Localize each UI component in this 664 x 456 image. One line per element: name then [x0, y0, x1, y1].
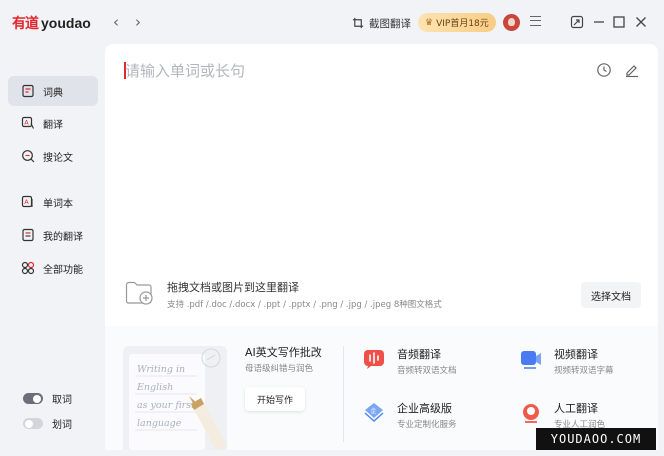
supported-formats: 支持 .pdf /.doc /.docx / .ppt / .pptx / .p…: [167, 300, 442, 310]
human-translate-feature[interactable]: 人工翻译 专业人工润色: [520, 400, 660, 430]
video-translate-feature[interactable]: 视频翻译 视频转双语字幕: [520, 346, 660, 376]
audio-translate-feature[interactable]: 音频翻译 音频转双语文档: [363, 346, 503, 376]
crown-icon: ♛: [425, 17, 434, 28]
history-icon[interactable]: [596, 62, 612, 78]
drop-zone-title: 拖拽文档或图片到这里翻译: [167, 281, 299, 294]
word-pick-label: 取词: [52, 395, 72, 406]
minimize-icon[interactable]: [592, 15, 606, 29]
folder-add-icon: [125, 281, 153, 305]
sidebar-item-label: 全部功能: [43, 264, 83, 276]
sidebar-item-label: 单词本: [43, 198, 73, 210]
translate-icon: A: [21, 116, 34, 129]
word-pick-toggle[interactable]: [23, 393, 43, 404]
search-input[interactable]: [125, 60, 565, 82]
svg-text:A: A: [24, 119, 29, 127]
pin-window-icon[interactable]: [570, 15, 584, 29]
logo-cn-text: 有道: [12, 16, 39, 32]
feature-title: 企业高级版: [397, 402, 452, 415]
sidebar-item-label: 翻译: [43, 119, 63, 131]
start-writing-button[interactable]: 开始写作: [245, 387, 305, 411]
feature-title: 音频翻译: [397, 348, 441, 361]
card-text-line-1: Writing in: [137, 364, 185, 375]
card-text-line-3: as your first: [137, 400, 195, 411]
maximize-icon[interactable]: [612, 15, 626, 29]
ai-writing-subtitle: 母语级纠错与润色: [245, 364, 314, 374]
sidebar-item-paper-search[interactable]: 搜论文: [8, 141, 98, 171]
dictionary-icon: [22, 84, 34, 98]
sidebar-item-my-translation[interactable]: 我的翻译: [8, 220, 98, 250]
vip-label: VIP首月18元: [436, 19, 489, 29]
select-translate-toggle[interactable]: [23, 418, 43, 429]
screenshot-translate-label: 截图翻译: [369, 17, 411, 30]
sidebar-item-label: 我的翻译: [43, 231, 83, 243]
youdao-logo: 有道 youdao: [12, 13, 91, 33]
sidebar-item-translate[interactable]: A 翻译: [8, 108, 98, 138]
title-bar: 有道 youdao ‹ › 截图翻译 ♛ VIP首月18元: [0, 0, 664, 44]
file-drop-zone[interactable]: 拖拽文档或图片到这里翻译 支持 .pdf /.doc /.docx / .ppt…: [125, 278, 645, 316]
avatar[interactable]: [503, 14, 520, 31]
select-translate-toggle-row: 划词: [23, 416, 72, 431]
sidebar: 词典 A 翻译 搜论文 A 单词本 我的翻译 全部功能 取词 划词: [0, 44, 105, 456]
forward-button[interactable]: ›: [130, 13, 146, 31]
sidebar-item-label: 词典: [43, 87, 63, 99]
site-watermark: YOUDAOO.COM: [536, 428, 656, 450]
wordbook-icon: A: [21, 195, 33, 208]
card-text-line-2: English: [136, 382, 173, 393]
card-text-line-4: language: [137, 418, 182, 429]
back-button[interactable]: ‹: [108, 13, 124, 31]
menu-icon[interactable]: [530, 16, 541, 26]
sidebar-item-label: 搜论文: [43, 152, 73, 164]
choose-document-button[interactable]: 选择文档: [581, 282, 641, 308]
svg-text:A: A: [24, 198, 29, 206]
feature-divider: [343, 346, 344, 442]
svg-text:企: 企: [371, 407, 377, 415]
feature-subtitle: 专业定制化服务: [397, 420, 457, 430]
my-translation-icon: [22, 228, 34, 242]
sidebar-item-wordbook[interactable]: A 单词本: [8, 187, 98, 217]
logo-en-text: youdao: [41, 15, 91, 31]
enterprise-feature[interactable]: 企 企业高级版 专业定制化服务: [363, 400, 503, 430]
main-panel: 拖拽文档或图片到这里翻译 支持 .pdf /.doc /.docx / .ppt…: [105, 44, 658, 326]
enterprise-icon: 企: [364, 403, 384, 423]
human-translate-icon: [523, 404, 539, 423]
handwriting-icon[interactable]: [624, 62, 640, 78]
ai-writing-title: AI英文写作批改: [245, 346, 322, 359]
feature-title: 人工翻译: [554, 402, 598, 415]
crop-icon: [352, 17, 364, 28]
paper-search-icon: [22, 150, 35, 163]
all-features-icon: [21, 261, 35, 275]
feature-subtitle: 视频转双语字幕: [554, 366, 614, 376]
feature-subtitle: 音频转双语文档: [397, 366, 457, 376]
word-pick-toggle-row: 取词: [23, 391, 72, 406]
audio-translate-icon: [364, 350, 384, 369]
video-translate-icon: [521, 351, 541, 369]
ai-writing-illustration: Writing in English as your first languag…: [123, 346, 227, 450]
sidebar-item-all-features[interactable]: 全部功能: [8, 253, 98, 283]
sidebar-item-dictionary[interactable]: 词典: [8, 76, 98, 106]
feature-title: 视频翻译: [554, 348, 598, 361]
writing-card-image: Writing in English as your first languag…: [123, 346, 227, 450]
select-translate-label: 划词: [52, 420, 72, 431]
vip-badge[interactable]: ♛ VIP首月18元: [418, 13, 496, 32]
screenshot-translate-button[interactable]: 截图翻译: [352, 14, 411, 32]
close-icon[interactable]: [634, 15, 648, 29]
